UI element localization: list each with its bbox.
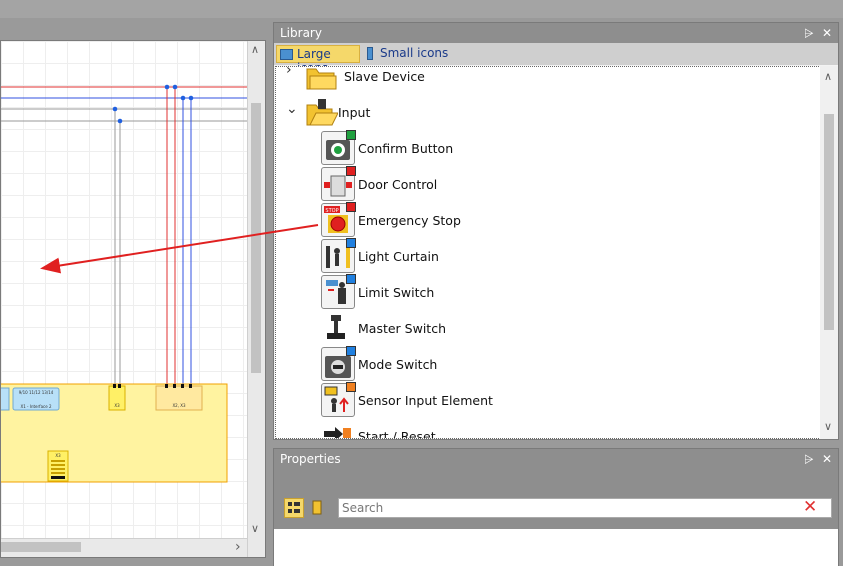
tree-item-label: Limit Switch [358,285,435,300]
interface-name-label: X1 - Interface 2 [21,404,52,409]
canvas-vertical-scroll-thumb[interactable] [251,103,261,373]
tree-item-master-switch[interactable]: Master Switch [276,311,796,347]
junction-dot [164,84,170,90]
library-view-toolbar: Large icons Small icons [274,43,838,75]
open-folder-icon [304,95,339,129]
tree-item-limit-switch[interactable]: Limit Switch [276,274,796,311]
door-control-icon [321,166,356,201]
large-icons-button[interactable]: Large icons [276,45,360,75]
large-icons-icon [280,49,293,60]
terminal-x2-x3-label: X2, X3 [172,403,186,408]
scroll-down-arrow[interactable]: ∨ [251,523,259,535]
properties-close-icon[interactable]: ✕ [822,449,832,469]
scroll-right-arrow[interactable]: › [235,540,241,554]
properties-search-placeholder: Search [342,501,384,515]
properties-grid [274,529,838,566]
small-icons-label: Small icons [380,46,449,60]
library-close-icon[interactable]: ✕ [822,23,832,43]
expand-chevron-icon[interactable]: › [286,67,292,78]
library-scroll-down-arrow[interactable]: ∨ [824,421,832,433]
junction-dot [112,106,118,112]
junction-dot [172,84,178,90]
junction-dot [180,95,186,101]
tree-item-label: Input [338,105,371,120]
interface-block-left [1,387,10,411]
small-icons-icon [367,47,373,60]
tree-item-mode-switch[interactable]: Mode Switch [276,346,796,383]
tree-item-door-control[interactable]: Door Control [276,166,796,203]
master-switch-icon [321,311,355,345]
library-pin-icon[interactable]: ⩥ [804,23,814,43]
library-scrollbar[interactable]: ∧ ∨ [820,66,838,439]
confirm-button-icon [321,130,356,165]
junction-dot [117,118,123,124]
tree-item-input[interactable]: ⌄ Input [276,95,796,131]
start-reset-icon [321,419,355,438]
library-scroll-thumb[interactable] [824,114,834,330]
tree-item-start-reset[interactable]: Start / Reset [276,419,796,439]
tree-item-label: Master Switch [358,321,446,336]
library-tree: › Slave Device ⌄ Input Confirm Button Do… [275,66,821,439]
terminal-bottom-label: X3 [55,453,61,458]
events-view-button[interactable] [308,498,328,518]
library-scroll-up-arrow[interactable]: ∧ [824,71,832,83]
junction-dot [188,95,194,101]
properties-pin-icon[interactable]: ⩥ [804,449,814,469]
tree-item-label: Slave Device [344,69,425,84]
properties-panel: Properties ⩥ ✕ Search ✕ [273,448,839,566]
diagram-canvas-pane: 9/10 11/12 13/14 X1 - Interface 2 X3 X2,… [0,40,266,558]
library-panel: Library ⩥ ✕ Large icons Small icons › Sl… [273,22,839,440]
stop-text: STOP [325,208,338,214]
canvas-horizontal-scroll-thumb[interactable] [1,542,81,552]
tree-item-confirm-button[interactable]: Confirm Button [276,130,796,167]
categorized-view-button[interactable] [284,498,304,518]
tree-item-slave-device[interactable]: › Slave Device [276,67,796,95]
tree-item-label: Confirm Button [358,141,454,156]
properties-toolbar: Search ✕ [274,469,838,529]
sensor-input-icon [321,382,356,417]
tree-item-sensor-input-element[interactable]: Sensor Input Element [276,382,796,419]
tree-item-label: Start / Reset [358,429,436,439]
tree-item-label: Mode Switch [358,357,438,372]
folder-icon [304,67,338,93]
tree-item-label: Light Curtain [358,249,439,264]
light-curtain-icon [321,238,356,273]
collapse-chevron-icon[interactable]: ⌄ [286,101,298,117]
library-title: Library [274,23,838,43]
top-toolbar-strip [0,0,843,18]
diagram-canvas[interactable]: 9/10 11/12 13/14 X1 - Interface 2 X3 X2,… [1,41,247,538]
mode-switch-icon [321,346,356,381]
properties-search-field[interactable]: Search ✕ [338,497,832,518]
tree-item-light-curtain[interactable]: Light Curtain [276,238,796,275]
small-icons-button[interactable]: Small icons [364,45,454,63]
tree-item-emergency-stop[interactable]: STOP Emergency Stop [276,202,796,239]
properties-title: Properties [274,449,838,469]
clear-search-icon[interactable]: ✕ [803,497,817,517]
tree-item-label: Sensor Input Element [358,393,493,408]
tree-item-label: Door Control [358,177,438,192]
scroll-up-arrow[interactable]: ∧ [251,44,259,56]
emergency-stop-icon: STOP [321,202,356,237]
terminal-x3-label: X3 [114,403,120,408]
interface-pins-label: 9/10 11/12 13/14 [19,390,54,395]
tree-item-label: Emergency Stop [358,213,461,228]
wiring-diagram: 9/10 11/12 13/14 X1 - Interface 2 X3 X2,… [1,84,247,483]
limit-switch-icon [321,274,356,309]
